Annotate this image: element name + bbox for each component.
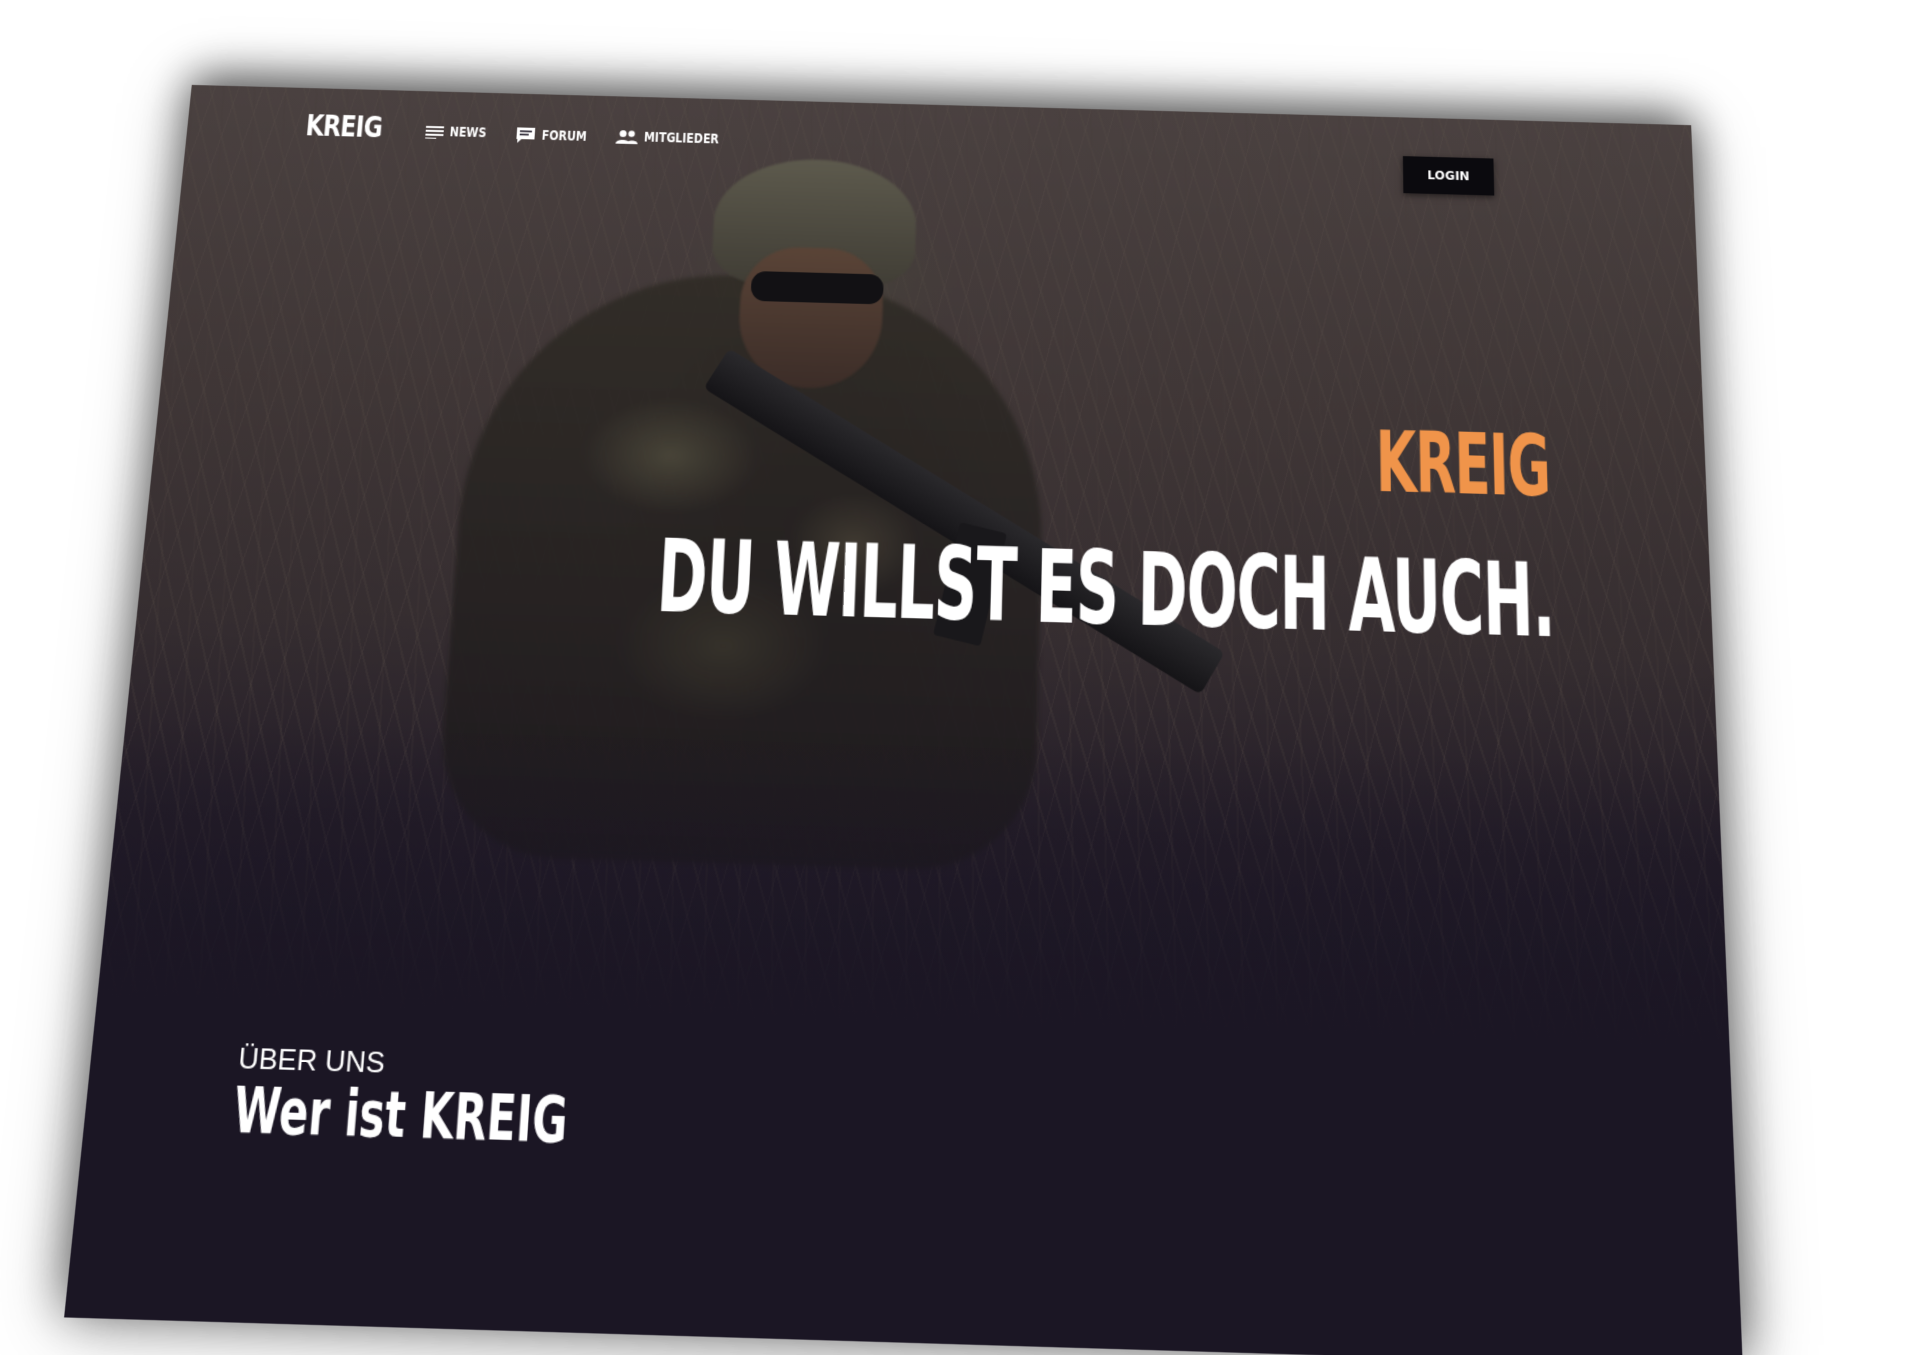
hero-kicker: KREIG bbox=[1375, 413, 1552, 517]
login-button[interactable]: LOGIN bbox=[1402, 156, 1495, 196]
website-page: KREIG NEWS FORUM MITGLIEDER LOGIN KREIG … bbox=[64, 84, 1743, 1355]
news-lines-icon bbox=[425, 125, 444, 139]
nav-item-news[interactable]: NEWS bbox=[425, 124, 497, 141]
chat-bubble-icon bbox=[515, 126, 536, 144]
nav-item-label: NEWS bbox=[449, 124, 487, 142]
screenshot-stage: KREIG NEWS FORUM MITGLIEDER LOGIN KREIG … bbox=[0, 0, 1920, 1355]
nav-item-forum[interactable]: FORUM bbox=[515, 126, 600, 146]
about-section: ÜBER UNS Wer ist KREIG bbox=[64, 1002, 1743, 1355]
nav-item-mitglieder[interactable]: MITGLIEDER bbox=[615, 129, 740, 148]
sunglasses bbox=[750, 270, 884, 305]
nav-item-label: FORUM bbox=[541, 128, 588, 145]
nav-item-label: MITGLIEDER bbox=[643, 129, 720, 148]
brand-logo[interactable]: KREIG bbox=[304, 109, 383, 145]
members-icon bbox=[615, 129, 638, 145]
about-title: Wer ist KREIG bbox=[230, 1072, 570, 1159]
